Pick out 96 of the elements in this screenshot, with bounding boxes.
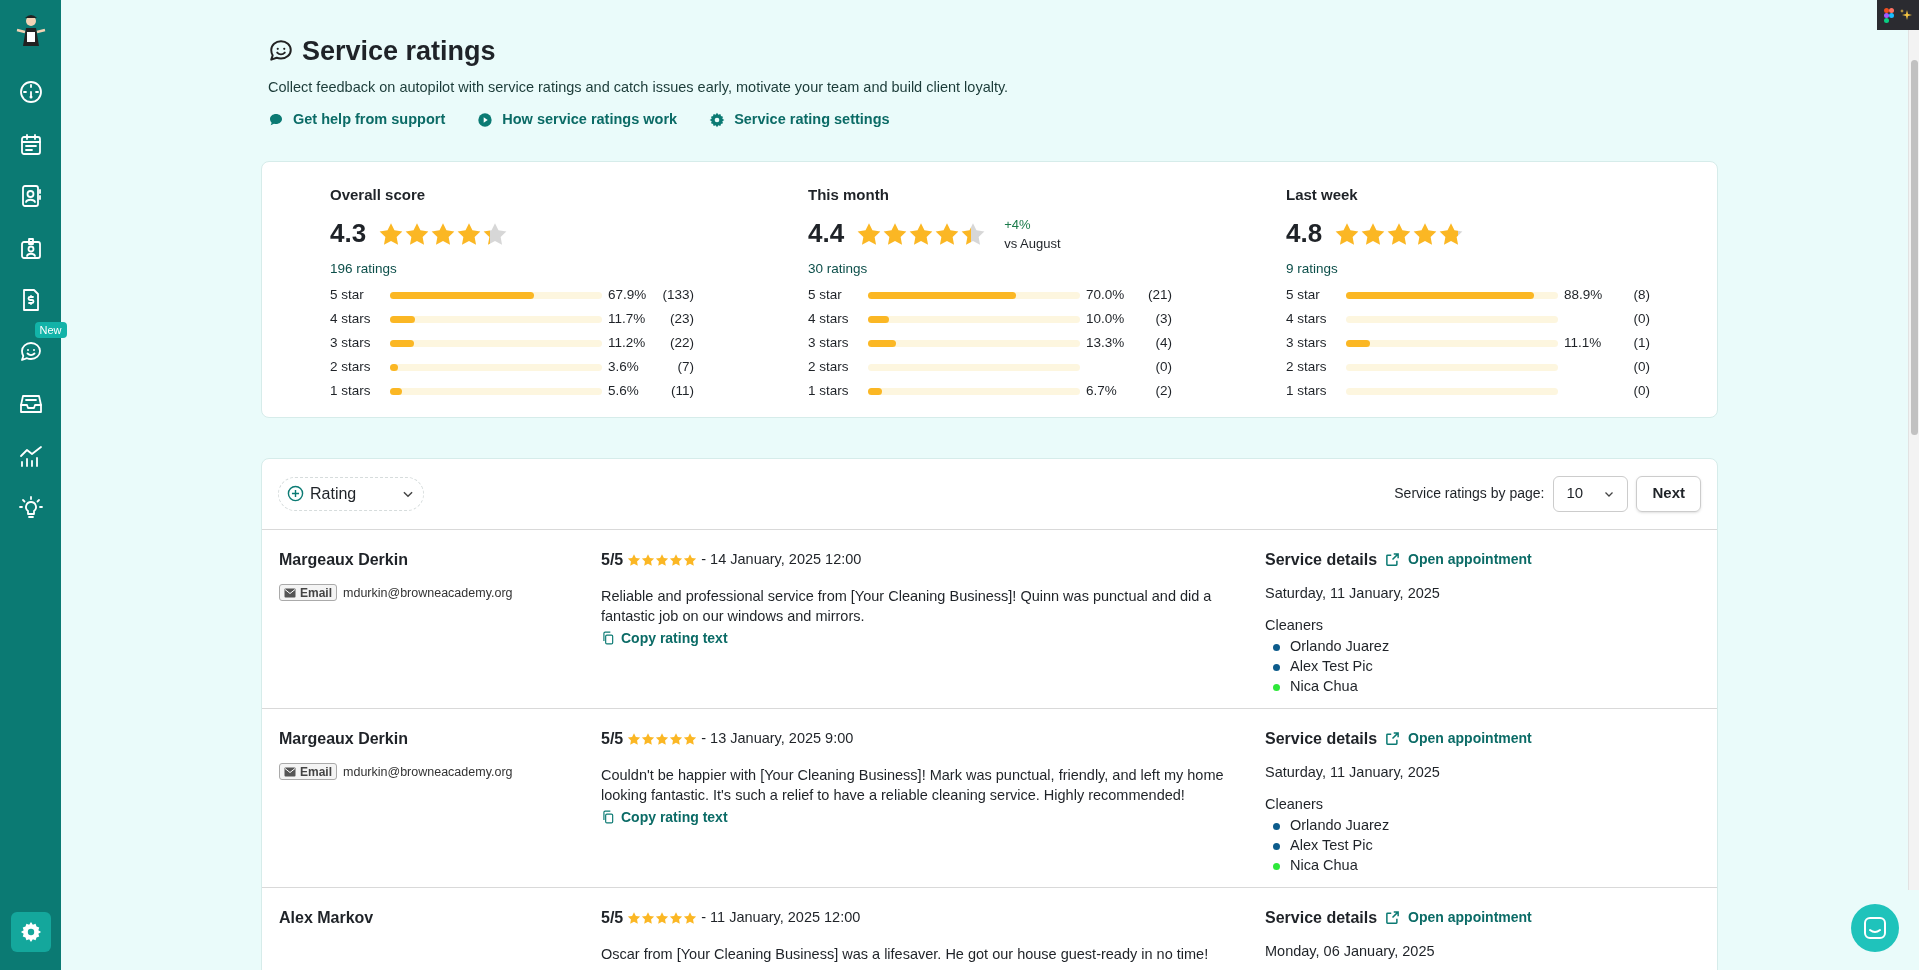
- percent-value: 88.9%: [1564, 286, 1604, 305]
- count-value: (22): [669, 334, 694, 353]
- percent-value: 5.6%: [608, 382, 640, 401]
- star-label: 2 stars: [330, 358, 372, 377]
- count-value: (2): [1154, 382, 1172, 401]
- star-label: 2 stars: [808, 358, 850, 377]
- open-appointment-link[interactable]: Open appointment: [1385, 728, 1532, 749]
- page-size-select[interactable]: 10: [1553, 475, 1629, 512]
- star-label: 5 star: [330, 286, 365, 305]
- reviewer-name: Margeaux Derkin: [279, 728, 409, 749]
- star-label: 5 star: [1286, 286, 1321, 305]
- email-address: mdurkin@browneacademy.org: [343, 584, 513, 602]
- page-description: Collect feedback on autopilot with service ratings and catch issues early, motivate your team and build client loyalty.: [268, 78, 1010, 97]
- cleaner-name: Nica Chua: [1290, 677, 1358, 697]
- cleaner-name: Nica Chua: [1290, 856, 1358, 876]
- help-link[interactable]: How service ratings work: [477, 108, 678, 131]
- rating-date: - 11 January, 2025 12:00: [701, 907, 861, 927]
- score-value: 4.4: [808, 217, 845, 250]
- percent-value: 3.6%: [608, 358, 640, 377]
- change-value: +4%: [1004, 215, 1032, 234]
- star-label: 3 stars: [808, 334, 850, 353]
- percent-value: 11.1%: [1564, 334, 1603, 353]
- count-value: (133): [661, 286, 694, 305]
- rating-score: 5/5: [601, 907, 624, 928]
- ratings-count: 30 ratings: [808, 260, 869, 278]
- percent-value: 13.3%: [1086, 334, 1126, 353]
- star-label: 4 stars: [808, 310, 850, 329]
- service-date: Saturday, 11 January, 2025: [1265, 762, 1441, 782]
- reviewer-name: Margeaux Derkin: [279, 549, 409, 570]
- percent-value: 70.0%: [1086, 286, 1126, 305]
- count-value: (1): [1632, 334, 1650, 353]
- count-value: (0): [1632, 382, 1650, 401]
- count-value: (7): [676, 358, 694, 377]
- count-value: (0): [1154, 358, 1172, 377]
- cleaners-label: Cleaners: [1265, 795, 1325, 815]
- count-value: (3): [1154, 310, 1172, 329]
- star-label: 1 stars: [1286, 382, 1328, 401]
- rating-score: 5/5: [601, 728, 624, 749]
- count-value: (11): [670, 382, 694, 401]
- contact-type-tag: Email: [279, 584, 337, 602]
- cleaner-name: Orlando Juarez: [1290, 637, 1390, 657]
- star-label: 3 stars: [330, 334, 372, 353]
- open-appointment-link[interactable]: Open appointment: [1385, 907, 1532, 928]
- contact-type-tag: Email: [279, 763, 337, 781]
- email-address: mdurkin@browneacademy.org: [343, 763, 513, 781]
- rating-date: - 14 January, 2025 12:00: [701, 549, 862, 569]
- reviewer-name: Alex Markov: [279, 907, 375, 928]
- section-title: Service details: [1265, 907, 1378, 928]
- section-title: Service details: [1265, 549, 1378, 570]
- star-label: 1 stars: [330, 382, 372, 401]
- copy-link[interactable]: Copy rating text: [601, 806, 728, 828]
- cleaner-name: Alex Test Pic: [1290, 657, 1373, 677]
- page-size-label: Service ratings by page:: [1394, 484, 1545, 503]
- section-title: Service details: [1265, 728, 1378, 749]
- rating-text: Oscar from [Your Cleaning Business] was a lifesaver. He got our house guest-ready in no time!: [601, 944, 1210, 964]
- copy-link[interactable]: Copy rating text: [601, 627, 728, 649]
- rating-score: 5/5: [601, 549, 624, 570]
- star-label: 2 stars: [1286, 358, 1328, 377]
- open-appointment-link[interactable]: Open appointment: [1385, 549, 1532, 570]
- stat-title: Overall score: [330, 184, 427, 205]
- ratings-count: 9 ratings: [1286, 260, 1339, 278]
- ratings-count: 196 ratings: [330, 260, 398, 278]
- count-value: (0): [1632, 310, 1650, 329]
- percent-value: 11.7%: [608, 310, 647, 329]
- stat-title: Last week: [1286, 184, 1359, 205]
- star-label: 3 stars: [1286, 334, 1328, 353]
- star-label: 4 stars: [330, 310, 372, 329]
- percent-value: 10.0%: [1086, 310, 1126, 329]
- next-button[interactable]: Next: [1636, 475, 1701, 512]
- count-value: (8): [1632, 286, 1650, 305]
- page-title: Service ratings: [302, 35, 496, 68]
- percent-value: 6.7%: [1086, 382, 1118, 401]
- percent-value: 67.9%: [608, 286, 648, 305]
- star-label: 5 star: [808, 286, 843, 305]
- cleaner-name: Alex Test Pic: [1290, 836, 1373, 856]
- service-date: Saturday, 11 January, 2025: [1265, 583, 1441, 603]
- score-value: 4.8: [1286, 217, 1323, 250]
- rating-text: Couldn't be happier with [Your Cleaning Business]! Mark was punctual, friendly, and left my home looking fantastic. It's such a relief to have a reliable cleaning service. Highly recommended!: [601, 765, 1225, 805]
- rating-text: Reliable and professional service from [Your Cleaning Business]! Quinn was punctual and did a fantastic job on our windows and mirrors.: [601, 586, 1213, 626]
- help-link[interactable]: Service rating settings: [709, 108, 890, 131]
- new-badge: New: [34, 322, 67, 338]
- stat-title: This month: [808, 184, 890, 205]
- star-label: 4 stars: [1286, 310, 1328, 329]
- cleaners-label: Cleaners: [1265, 616, 1325, 636]
- count-value: (21): [1147, 286, 1172, 305]
- count-value: (4): [1154, 334, 1172, 353]
- count-value: (0): [1632, 358, 1650, 377]
- cleaner-name: Orlando Juarez: [1290, 816, 1390, 836]
- help-link[interactable]: Get help from support: [268, 108, 446, 131]
- star-label: 1 stars: [808, 382, 850, 401]
- score-value: 4.3: [330, 217, 367, 250]
- change-note: vs August: [1004, 234, 1061, 253]
- rating-date: - 13 January, 2025 9:00: [701, 728, 854, 748]
- percent-value: 11.2%: [608, 334, 647, 353]
- count-value: (23): [669, 310, 694, 329]
- service-date: Monday, 06 January, 2025: [1265, 941, 1436, 961]
